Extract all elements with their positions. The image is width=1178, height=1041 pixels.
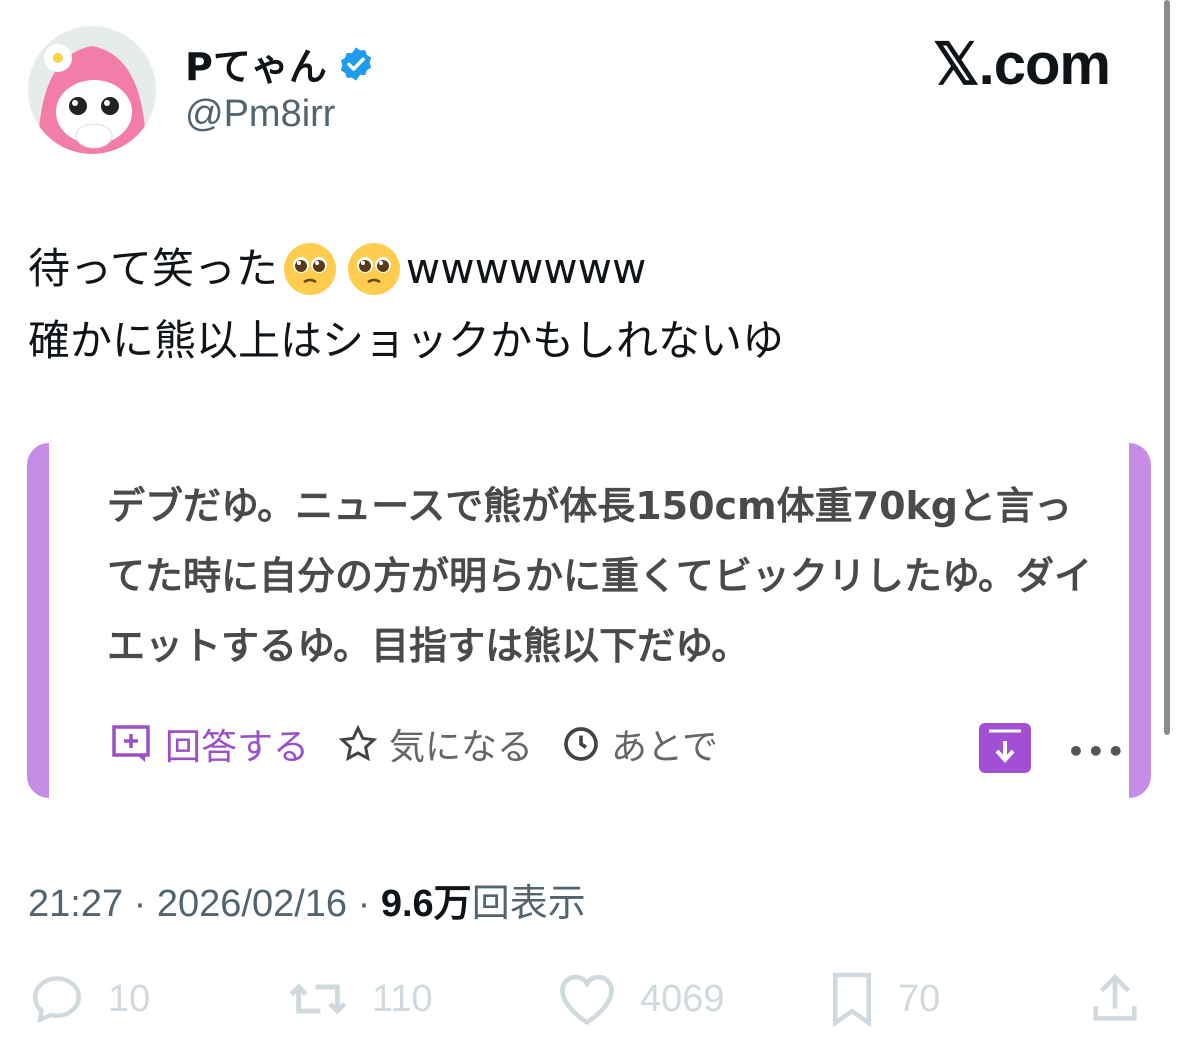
meta-separator: · [357, 883, 381, 925]
reply-button[interactable]: 10 [28, 970, 150, 1028]
answer-button: 回答する [111, 718, 309, 770]
card-action-bar: 回答する 気になる あとで [111, 718, 746, 770]
share-icon [1093, 974, 1137, 1021]
clock-icon [564, 727, 598, 761]
tweet-line-1-suffix: wwwwwww [405, 244, 647, 293]
meta-separator: · [133, 883, 157, 925]
retweet-button[interactable]: 110 [286, 970, 433, 1028]
tweet-date[interactable]: 2026/02/16 [157, 883, 347, 925]
share-button[interactable] [1086, 970, 1166, 1028]
answer-label: 回答する [165, 727, 310, 768]
retweet-icon [289, 983, 347, 1015]
tweet-time[interactable]: 21:27 [28, 883, 123, 925]
later-button: あとで [561, 718, 718, 770]
verified-badge-icon [337, 45, 375, 83]
tweet-meta: 21:27 · 2026/02/16 · 9.6万回表示 [28, 872, 586, 927]
bookmark-count: 70 [898, 977, 941, 1020]
like-count: 4069 [640, 977, 725, 1020]
pleading-face-icon [346, 241, 402, 297]
bookmark-icon [832, 972, 872, 1028]
tweet-line-1: 待って笑った wwwwwww [28, 233, 784, 305]
tweet-header: Pてゃん @Pm8irr 𝕏.com [0, 0, 1178, 170]
tweet-body: 待って笑った wwwwwww 確かに熊以上はショックかもしれないゆ [28, 233, 784, 377]
interest-button: 気になる [337, 718, 533, 770]
more-options-icon: ••• [1067, 735, 1127, 768]
avatar[interactable] [28, 26, 156, 154]
views-label: 回表示 [471, 883, 586, 925]
view-count-unit: 万 [433, 883, 472, 925]
later-label: あとで [611, 727, 718, 768]
like-button[interactable]: 4069 [556, 970, 725, 1028]
answer-icon [112, 725, 150, 762]
reply-icon [33, 976, 81, 1024]
pleading-face-icon [282, 241, 338, 297]
card-question-text: デブだゆ。ニュースで熊が体長150cm体重70kgと言ってた時に自分の方が明らか… [107, 484, 1092, 668]
view-count: 9.6 [380, 883, 434, 925]
embedded-image-card[interactable]: デブだゆ。ニュースで熊が体長150cm体重70kgと言ってた時に自分の方が明らか… [27, 443, 1151, 798]
user-handle[interactable]: @Pm8irr [185, 93, 335, 136]
retweet-count: 110 [372, 977, 433, 1020]
tweet-line-2: 確かに熊以上はショックかもしれないゆ [28, 316, 785, 365]
reply-count: 10 [108, 977, 151, 1020]
engagement-bar: 10 110 4069 70 [28, 970, 1148, 1030]
x-logo: 𝕏.com [932, 32, 1111, 97]
star-icon [338, 724, 378, 762]
tweet-line-1-text: 待って笑った [28, 244, 278, 293]
interest-label: 気になる [389, 727, 534, 768]
heart-icon [560, 974, 614, 1025]
archive-download-icon [979, 723, 1031, 773]
bookmark-button[interactable]: 70 [828, 970, 940, 1028]
display-name[interactable]: Pてゃん [185, 36, 327, 91]
card-content: デブだゆ。ニュースで熊が体長150cm体重70kgと言ってた時に自分の方が明らか… [49, 443, 1129, 798]
